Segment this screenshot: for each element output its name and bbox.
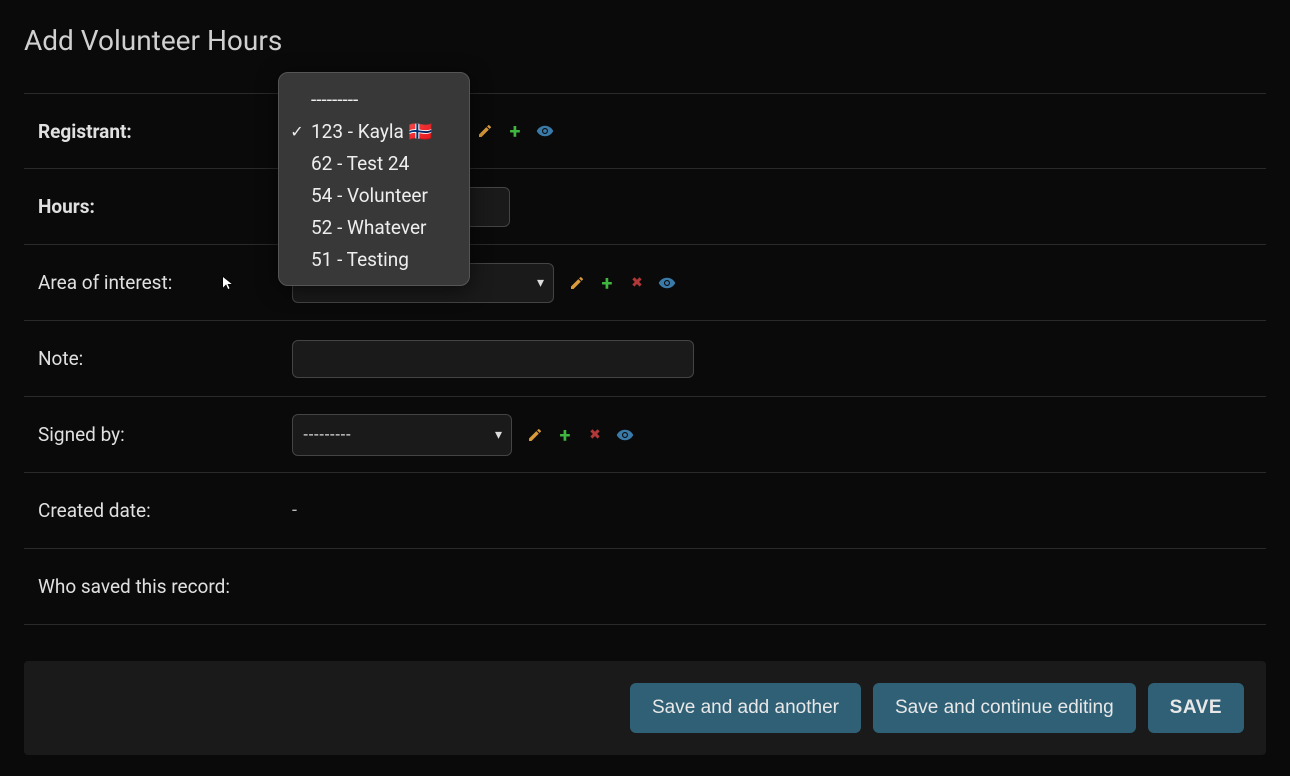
add-icon[interactable]: + — [556, 426, 574, 444]
edit-icon[interactable] — [526, 426, 544, 444]
submit-row: Save and add another Save and continue e… — [24, 661, 1266, 755]
edit-icon[interactable] — [476, 122, 494, 140]
row-aoi: Area of interest: ▾ + ✖ — [24, 245, 1266, 321]
registrant-option-blank[interactable]: --------- — [279, 83, 469, 115]
row-who-saved: Who saved this record: — [24, 549, 1266, 625]
row-created-date: Created date: - — [24, 473, 1266, 549]
registrant-dropdown-popup[interactable]: --------- ✓123 - Kayla 🇳🇴 62 - Test 24 5… — [278, 72, 470, 286]
signedby-select[interactable]: --------- — [292, 414, 512, 456]
registrant-option[interactable]: 54 - Volunteer — [279, 179, 469, 211]
label-who-saved: Who saved this record: — [38, 575, 230, 598]
add-icon[interactable]: + — [506, 122, 524, 140]
row-registrant: Registrant: + — [24, 93, 1266, 169]
edit-icon[interactable] — [568, 274, 586, 292]
row-hours: Hours: — [24, 169, 1266, 245]
registrant-option[interactable]: ✓123 - Kayla 🇳🇴 — [279, 115, 469, 147]
note-input[interactable] — [292, 340, 694, 378]
label-created-date: Created date: — [38, 499, 292, 522]
save-continue-button[interactable]: Save and continue editing — [873, 683, 1136, 733]
row-signedby: Signed by: --------- ▾ + ✖ — [24, 397, 1266, 473]
label-hours: Hours: — [38, 195, 292, 218]
page-title: Add Volunteer Hours — [24, 24, 1266, 57]
save-add-another-button[interactable]: Save and add another — [630, 683, 861, 733]
view-icon[interactable] — [616, 426, 634, 444]
label-signedby: Signed by: — [38, 423, 292, 446]
label-aoi: Area of interest: — [38, 271, 292, 294]
label-note: Note: — [38, 347, 292, 370]
created-date-value: - — [292, 500, 297, 521]
delete-icon[interactable]: ✖ — [586, 426, 604, 444]
delete-icon[interactable]: ✖ — [628, 274, 646, 292]
label-registrant: Registrant: — [38, 120, 292, 143]
save-button[interactable]: SAVE — [1148, 683, 1244, 733]
view-icon[interactable] — [658, 274, 676, 292]
add-icon[interactable]: + — [598, 274, 616, 292]
registrant-option[interactable]: 51 - Testing — [279, 243, 469, 275]
registrant-option[interactable]: 62 - Test 24 — [279, 147, 469, 179]
row-note: Note: — [24, 321, 1266, 397]
view-icon[interactable] — [536, 122, 554, 140]
registrant-option[interactable]: 52 - Whatever — [279, 211, 469, 243]
